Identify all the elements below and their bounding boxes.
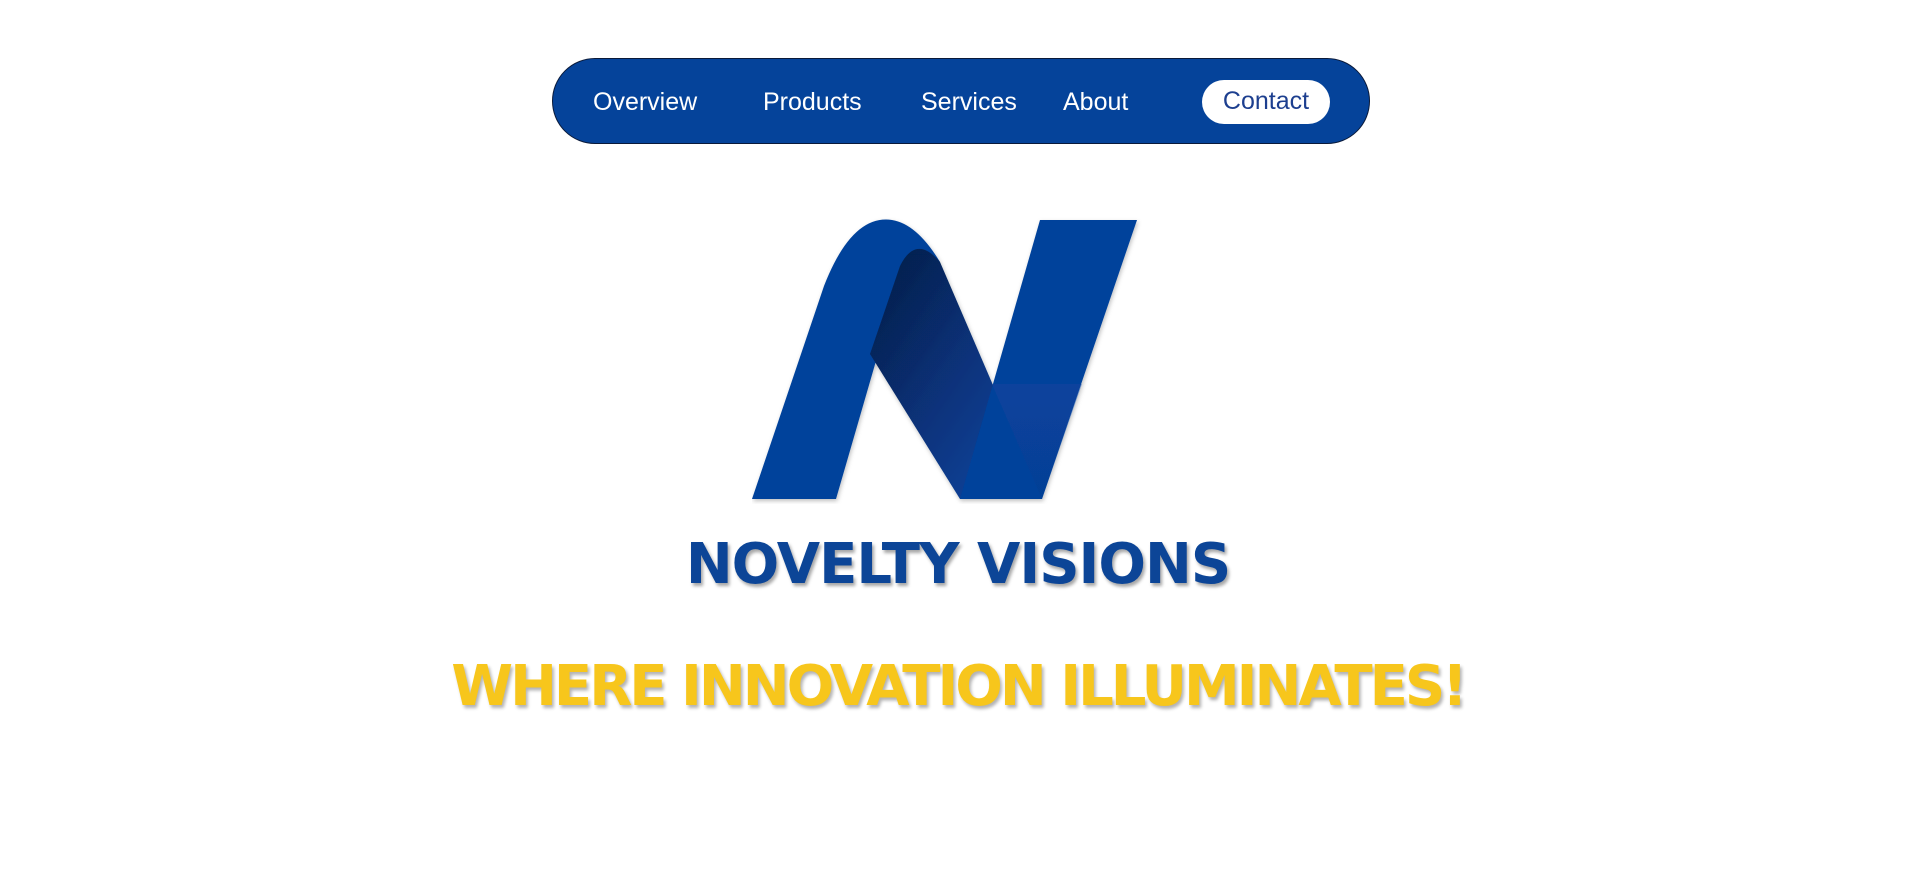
nav-overview-link[interactable]: Overview: [593, 81, 697, 123]
novelty-visions-logo-icon: [752, 219, 1137, 499]
nav-about-link[interactable]: About: [1063, 81, 1128, 123]
nav-products-link[interactable]: Products: [763, 81, 862, 123]
nav-services-link[interactable]: Services: [921, 81, 1017, 123]
tagline-heading: WHERE INNOVATION ILLUMINATES!: [451, 654, 1467, 719]
brand-name-heading: NOVELTY VISIONS: [685, 532, 1231, 597]
main-navigation: Overview Products Services About Contact: [552, 58, 1370, 144]
nav-contact-button[interactable]: Contact: [1202, 80, 1330, 124]
